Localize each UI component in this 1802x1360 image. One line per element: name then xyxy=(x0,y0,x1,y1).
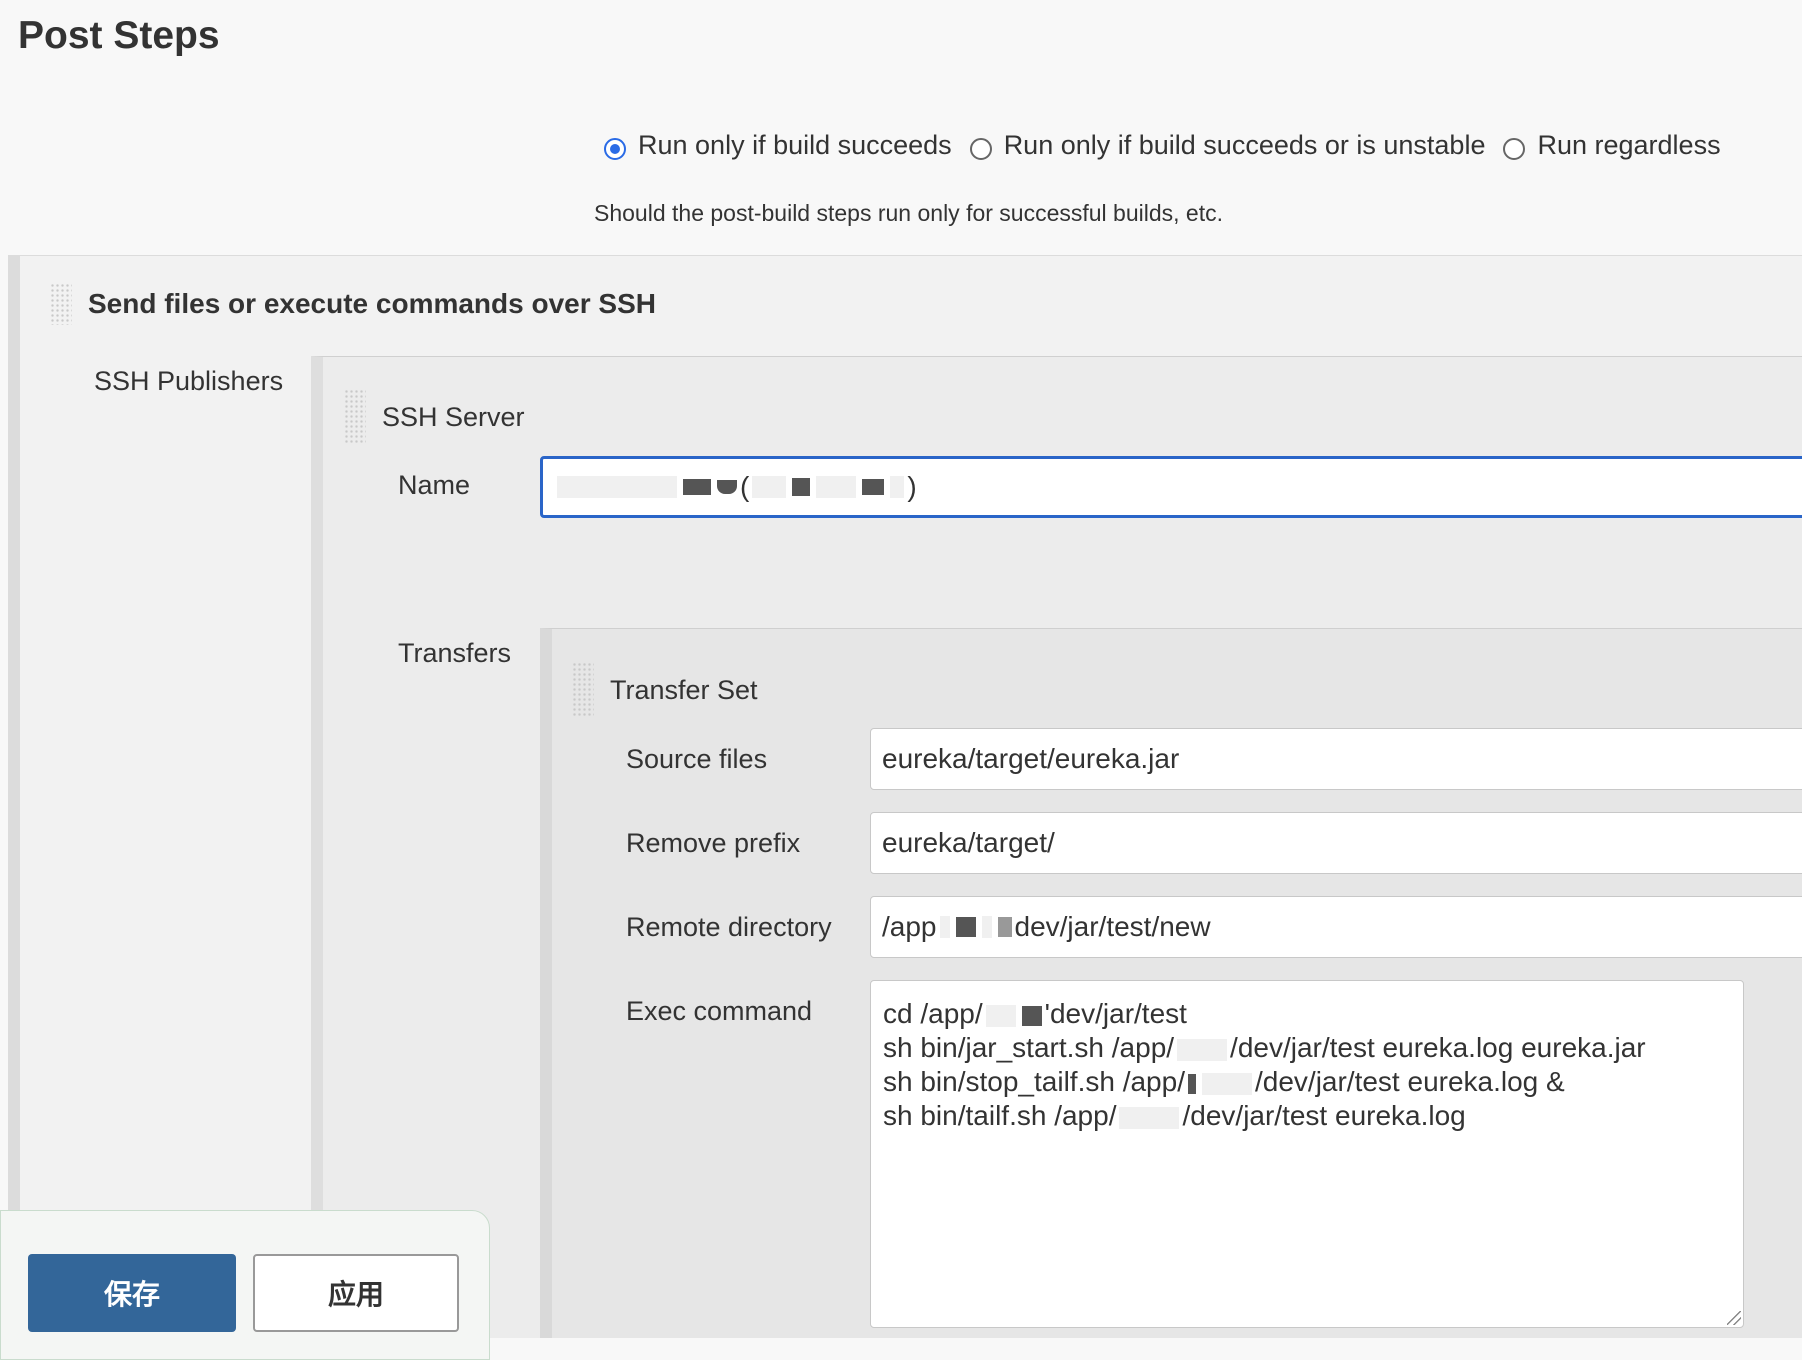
radio-label: Run regardless xyxy=(1537,130,1721,160)
command-text: 'dev/jar/test xyxy=(1044,998,1187,1029)
exec-command-label: Exec command xyxy=(626,996,813,1026)
drag-handle-icon[interactable] xyxy=(572,662,594,716)
redacted-region xyxy=(557,476,677,498)
command-text: sh bin/jar_start.sh /app/ xyxy=(883,1032,1175,1063)
remove-prefix-label: Remove prefix xyxy=(626,828,801,858)
exec-command-line: sh bin/tailf.sh /app/ /dev/jar/test eurek… xyxy=(883,1099,1646,1133)
redacted-region xyxy=(862,479,885,495)
radio-option-succeeds-or-unstable[interactable]: Run only if build succeeds or is unstabl… xyxy=(969,130,1486,161)
redacted-region xyxy=(939,916,950,938)
redacted-region xyxy=(792,478,811,496)
remote-directory-label: Remote directory xyxy=(626,912,832,942)
redacted-region xyxy=(955,917,976,937)
name-label: Name xyxy=(398,470,471,500)
redacted-region xyxy=(890,476,905,498)
radio-option-regardless[interactable]: Run regardless xyxy=(1503,130,1721,161)
save-button[interactable]: 保存 xyxy=(28,1254,236,1332)
command-text: /dev/jar/test eureka.log & xyxy=(1254,1066,1565,1097)
transfer-set-title: Transfer Set xyxy=(610,675,758,705)
exec-command-textarea[interactable]: cd /app/ 'dev/jar/test sh bin/jar_start.s… xyxy=(870,980,1744,1328)
command-text: /dev/jar/test eureka.log eureka.jar xyxy=(1230,1032,1646,1063)
radio-label: Run only if build succeeds xyxy=(638,130,952,160)
radio-option-succeeds[interactable]: Run only if build succeeds xyxy=(604,130,952,161)
redacted-region xyxy=(1021,1005,1042,1026)
redacted-region xyxy=(985,1004,1016,1027)
redacted-region xyxy=(997,917,1012,937)
drag-handle-icon[interactable] xyxy=(344,389,366,443)
run-condition-radio-group: Run only if build succeeds Run only if b… xyxy=(604,130,1739,161)
redacted-region xyxy=(683,479,711,495)
ssh-step-title: Send files or execute commands over SSH xyxy=(88,288,656,319)
source-files-label: Source files xyxy=(626,744,768,774)
redacted-region xyxy=(717,480,737,494)
command-text: cd /app/ xyxy=(883,998,983,1029)
redacted-region xyxy=(1119,1106,1180,1129)
resize-handle-icon[interactable] xyxy=(1727,1311,1741,1325)
redacted-region xyxy=(816,476,857,498)
radio-label: Run only if build succeeds or is unstabl… xyxy=(1003,130,1486,160)
exec-command-line: sh bin/stop_tailf.sh /app/ /dev/jar/test … xyxy=(883,1065,1646,1099)
exec-command-line: cd /app/ 'dev/jar/test xyxy=(883,997,1646,1031)
ssh-server-title: SSH Server xyxy=(382,402,525,432)
command-text: /dev/jar/test eureka.log xyxy=(1182,1100,1466,1131)
remote-directory-suffix: dev/jar/test/new xyxy=(1014,911,1211,942)
name-open-paren: ( xyxy=(740,471,750,502)
page-title: Post Steps xyxy=(18,14,220,57)
remote-directory-prefix: /app xyxy=(882,911,937,942)
radio-button[interactable] xyxy=(1503,137,1526,160)
radio-button-selected[interactable] xyxy=(604,137,626,160)
redacted-region xyxy=(752,476,787,498)
redacted-region xyxy=(1201,1072,1252,1095)
exec-command-content: cd /app/ 'dev/jar/test sh bin/jar_start.s… xyxy=(883,997,1646,1133)
ssh-server-name-input[interactable]: ( ) xyxy=(540,456,1802,518)
redacted-region xyxy=(1187,1073,1196,1094)
run-condition-help-text: Should the post-build steps run only for… xyxy=(594,200,1224,226)
command-text: sh bin/stop_tailf.sh /app/ xyxy=(883,1066,1185,1097)
remote-directory-input[interactable]: /app dev/jar/test/new xyxy=(870,896,1802,958)
source-files-input[interactable]: eureka/target/eureka.jar xyxy=(870,728,1802,790)
name-close-paren: ) xyxy=(907,471,917,502)
remove-prefix-value: eureka/target/ xyxy=(882,827,1055,858)
remove-prefix-input[interactable]: eureka/target/ xyxy=(870,812,1802,874)
apply-button[interactable]: 应用 xyxy=(253,1254,459,1332)
transfers-label: Transfers xyxy=(398,638,512,668)
drag-handle-icon[interactable] xyxy=(50,283,72,325)
source-files-value: eureka/target/eureka.jar xyxy=(882,743,1180,774)
exec-command-line: sh bin/jar_start.sh /app/ /dev/jar/test e… xyxy=(883,1031,1646,1065)
command-text: sh bin/tailf.sh /app/ xyxy=(883,1100,1117,1131)
radio-button[interactable] xyxy=(969,137,992,160)
redacted-region xyxy=(1177,1038,1228,1061)
redacted-region xyxy=(981,916,992,938)
ssh-publishers-label: SSH Publishers xyxy=(94,366,284,396)
